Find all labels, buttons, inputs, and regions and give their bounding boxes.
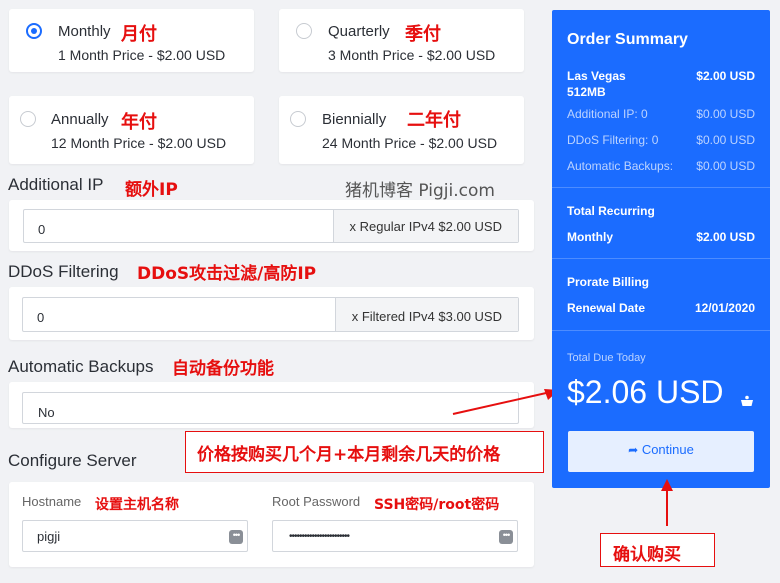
additional-ip-input-group[interactable]: 0 x Regular IPv4 $2.00 USD <box>23 209 519 243</box>
cycle-name: Quarterly <box>328 23 390 40</box>
summary-product-price: $2.00 USD <box>696 69 755 83</box>
summary-divider <box>552 258 770 259</box>
backups-title: Automatic Backups <box>8 357 154 376</box>
backups-selected-value: No <box>38 405 55 420</box>
hostname-value: pigji <box>37 529 61 544</box>
summary-line: DDoS Filtering: 0 $0.00 USD <box>567 133 755 147</box>
annotation-ddos: DDoS攻击过滤/高防IP <box>137 264 317 284</box>
summary-prorate-title-row: Prorate Billing <box>567 275 755 289</box>
ddos-addon: x Filtered IPv4 $3.00 USD <box>334 298 518 331</box>
configure-title: Configure Server <box>8 451 137 470</box>
confirm-note-text: 确认购买 <box>613 545 681 565</box>
continue-label: Continue <box>641 442 694 457</box>
summary-recurring-title: Total Recurring <box>567 204 655 218</box>
summary-line-label: Additional IP: 0 <box>567 107 648 121</box>
summary-prorate-title: Prorate Billing <box>567 275 650 289</box>
hostname-input[interactable]: pigji ••• <box>22 520 248 552</box>
cycle-name: Biennially <box>322 111 387 128</box>
summary-line: Additional IP: 0 $0.00 USD <box>567 107 755 121</box>
order-summary-title: Order Summary <box>567 31 688 48</box>
summary-line-value: $0.00 USD <box>696 107 755 121</box>
more-dots-icon[interactable]: ••• <box>499 530 513 544</box>
radio-quarterly[interactable] <box>296 23 312 39</box>
summary-due-label-row: Total Due Today <box>567 352 755 364</box>
billing-cycle-quarterly[interactable]: Quarterly 季付 3 Month Price - $2.00 USD <box>279 9 524 72</box>
annotation-arrow-price <box>452 389 559 415</box>
summary-recurring-title-row: Total Recurring <box>567 204 755 218</box>
summary-due-amount: $2.06 USD <box>567 374 724 410</box>
summary-due-label: Total Due Today <box>567 352 646 364</box>
cart-icon <box>741 395 753 406</box>
summary-divider <box>552 187 770 188</box>
summary-recurring-label: Monthly <box>567 230 613 244</box>
radio-annually[interactable] <box>20 111 36 127</box>
summary-line-label: Automatic Backups: <box>567 159 674 173</box>
annotation-hostname: 设置主机名称 <box>95 497 179 513</box>
continue-button[interactable]: ➦ Continue <box>568 431 754 472</box>
summary-product-sub: 512MB <box>567 85 606 99</box>
annotation-annually: 年付 <box>121 112 157 133</box>
root-password-value: •••••••••••••••••••••••• <box>289 531 350 542</box>
annotation-confirm-note: 确认购买 <box>600 533 715 567</box>
arrow-right-icon: ➦ <box>628 443 639 457</box>
annotation-price-note: 价格按购买几个月+本月剩余几天的价格 <box>185 431 544 473</box>
cycle-price: 12 Month Price - $2.00 USD <box>51 135 227 151</box>
radio-biennially[interactable] <box>290 111 306 127</box>
ddos-card: 0 x Filtered IPv4 $3.00 USD <box>9 287 534 340</box>
cycle-price: 1 Month Price - $2.00 USD <box>58 47 226 63</box>
summary-line-value: $0.00 USD <box>696 159 755 173</box>
summary-renewal-label: Renewal Date <box>567 301 646 315</box>
summary-line-value: $0.00 USD <box>696 133 755 147</box>
radio-monthly[interactable] <box>26 23 42 39</box>
ddos-input-group[interactable]: 0 x Filtered IPv4 $3.00 USD <box>22 297 519 332</box>
summary-product-row: Las Vegas $2.00 USD <box>567 69 755 83</box>
annotation-backups: 自动备份功能 <box>172 359 274 379</box>
additional-ip-card: 0 x Regular IPv4 $2.00 USD <box>9 200 534 251</box>
configure-card: Hostname 设置主机名称 pigji ••• Root Password … <box>9 482 534 567</box>
ddos-title: DDoS Filtering <box>8 262 119 281</box>
more-dots-icon[interactable]: ••• <box>229 530 243 544</box>
summary-recurring-value: $2.00 USD <box>696 230 755 244</box>
hostname-label: Hostname <box>22 494 82 509</box>
summary-product: Las Vegas <box>567 69 626 83</box>
summary-renewal-value: 12/01/2020 <box>694 301 755 315</box>
billing-cycle-monthly[interactable]: Monthly 月付 1 Month Price - $2.00 USD <box>9 9 254 72</box>
summary-line: Automatic Backups: $0.00 USD <box>567 159 755 173</box>
ddos-input[interactable]: 0 <box>23 298 335 331</box>
cycle-price: 3 Month Price - $2.00 USD <box>328 47 496 63</box>
additional-ip-input[interactable]: 0 <box>24 210 333 242</box>
summary-renewal-row: Renewal Date 12/01/2020 <box>567 301 755 315</box>
annotation-password: SSH密码/root密码 <box>374 497 500 513</box>
price-note-text: 价格按购买几个月+本月剩余几天的价格 <box>197 445 501 465</box>
annotation-additional-ip: 额外IP <box>125 180 178 200</box>
annotation-quarterly: 季付 <box>405 24 441 45</box>
billing-cycle-annually[interactable]: Annually 年付 12 Month Price - $2.00 USD <box>9 96 254 164</box>
root-password-label: Root Password <box>272 494 361 509</box>
billing-cycle-biennially[interactable]: Biennially 二年付 24 Month Price - $2.00 US… <box>279 96 524 164</box>
annotation-arrow-confirm <box>661 479 673 526</box>
annotation-biennially: 二年付 <box>407 110 461 131</box>
additional-ip-addon: x Regular IPv4 $2.00 USD <box>332 210 518 242</box>
watermark: 猪机博客 Pigji.com <box>345 181 495 201</box>
root-password-input[interactable]: •••••••••••••••••••••••• ••• <box>272 520 518 552</box>
summary-product-sub-row: 512MB <box>567 85 755 99</box>
annotation-monthly: 月付 <box>121 24 157 45</box>
summary-divider <box>552 330 770 331</box>
summary-recurring-row: Monthly $2.00 USD <box>567 230 755 244</box>
cycle-price: 24 Month Price - $2.00 USD <box>322 135 498 151</box>
summary-line-label: DDoS Filtering: 0 <box>567 133 659 147</box>
order-summary: Order Summary Las Vegas $2.00 USD 512MB … <box>552 10 770 488</box>
cycle-name: Monthly <box>58 23 111 40</box>
cycle-name: Annually <box>51 111 109 128</box>
additional-ip-title: Additional IP <box>8 175 104 194</box>
